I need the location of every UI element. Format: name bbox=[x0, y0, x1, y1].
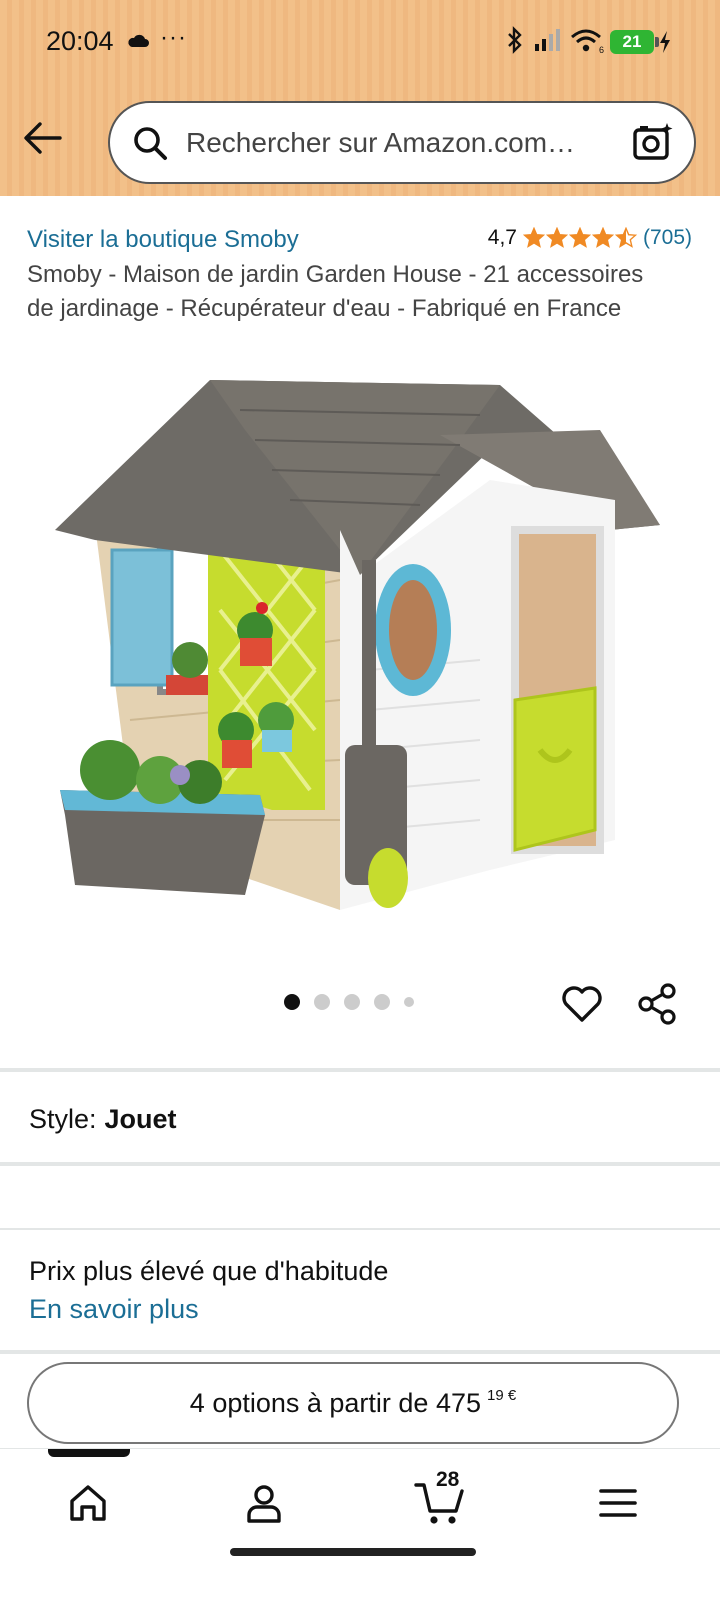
bluetooth-icon bbox=[508, 26, 522, 54]
star-icon bbox=[591, 227, 614, 248]
search-bar[interactable] bbox=[108, 101, 696, 184]
bottom-nav bbox=[0, 1448, 720, 1600]
carousel-dot[interactable] bbox=[404, 997, 414, 1007]
product-rating[interactable]: 4,7 (705) bbox=[488, 226, 692, 250]
system-home-indicator[interactable] bbox=[230, 1548, 476, 1556]
nav-menu[interactable] bbox=[588, 1475, 648, 1531]
star-icon bbox=[614, 227, 637, 248]
carousel-dot[interactable] bbox=[374, 994, 390, 1010]
carousel-dot[interactable] bbox=[344, 994, 360, 1010]
price-note: Prix plus élevé que d'habitude bbox=[29, 1256, 389, 1286]
carousel-dot[interactable] bbox=[314, 994, 330, 1010]
style-label: Style: bbox=[29, 1104, 97, 1134]
learn-more-link[interactable]: En savoir plus bbox=[29, 1294, 199, 1325]
account-icon bbox=[247, 1485, 281, 1523]
search-icon bbox=[134, 127, 167, 160]
divider bbox=[0, 1068, 720, 1072]
share-icon[interactable] bbox=[636, 982, 680, 1026]
image-carousel-dots[interactable] bbox=[284, 994, 414, 1010]
divider bbox=[0, 1162, 720, 1166]
price-cents: 19 bbox=[487, 1386, 504, 1404]
rating-value: 4,7 bbox=[487, 226, 517, 249]
back-arrow-icon[interactable] bbox=[22, 118, 66, 158]
carousel-dot[interactable] bbox=[284, 994, 300, 1010]
rating-count[interactable]: (705) bbox=[643, 226, 692, 250]
price-currency: € bbox=[507, 1386, 517, 1404]
more-dots-icon: ··· bbox=[160, 24, 187, 51]
buying-options-button[interactable]: 4 options à partir de 475 19 € bbox=[27, 1362, 679, 1444]
wifi-icon: 6 bbox=[571, 29, 604, 54]
star-icon bbox=[545, 227, 568, 248]
product-image[interactable] bbox=[40, 370, 680, 950]
store-link[interactable]: Visiter la boutique Smoby bbox=[27, 226, 299, 254]
cloud-icon bbox=[128, 34, 149, 47]
camera-search-icon[interactable] bbox=[632, 121, 674, 163]
nav-account[interactable] bbox=[234, 1475, 294, 1531]
divider bbox=[0, 1350, 720, 1354]
app-header: 20:04 ··· 6 21 bbox=[0, 0, 720, 196]
status-time: 20:04 bbox=[46, 26, 114, 56]
charging-icon bbox=[660, 31, 670, 53]
product-title: Smoby - Maison de jardin Garden House - … bbox=[27, 261, 644, 322]
style-selector[interactable]: Style: Jouet bbox=[29, 1104, 177, 1135]
home-icon bbox=[70, 1485, 106, 1521]
nav-home[interactable] bbox=[58, 1475, 118, 1531]
signal-icon bbox=[535, 29, 560, 51]
divider bbox=[0, 1228, 720, 1230]
star-icon bbox=[522, 227, 545, 248]
active-tab-indicator bbox=[48, 1449, 130, 1457]
cart-count-badge: 28 bbox=[436, 1468, 460, 1491]
rating-stars bbox=[522, 227, 637, 249]
status-bar: 20:04 ··· 6 21 bbox=[0, 0, 720, 90]
battery-icon: 21 bbox=[610, 30, 659, 54]
style-value: Jouet bbox=[104, 1104, 177, 1134]
svg-text:6: 6 bbox=[599, 45, 604, 54]
search-input[interactable] bbox=[186, 115, 616, 171]
heart-icon[interactable] bbox=[560, 982, 604, 1026]
options-text: 4 options à partir de 475 bbox=[189, 1387, 481, 1418]
menu-icon bbox=[599, 1489, 637, 1517]
star-icon bbox=[568, 227, 591, 248]
